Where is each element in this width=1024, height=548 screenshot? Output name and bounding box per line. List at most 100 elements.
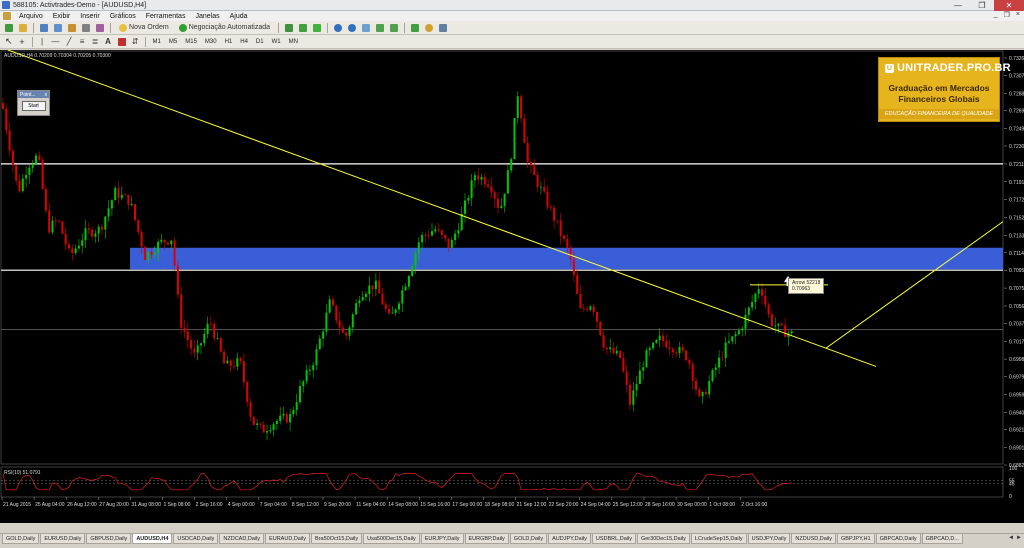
vertical-line-button[interactable]: | bbox=[37, 36, 48, 47]
chart-tab[interactable]: USDBRL,Daily bbox=[591, 534, 636, 544]
candle-body bbox=[107, 208, 110, 217]
bar-chart-button[interactable] bbox=[283, 22, 295, 33]
chart-shift-button[interactable] bbox=[388, 22, 400, 33]
candle-body bbox=[348, 327, 351, 336]
navigator-button[interactable] bbox=[66, 22, 78, 33]
candle-body bbox=[477, 175, 480, 180]
chart-tab[interactable]: Ger30Dec15,Daily bbox=[636, 534, 690, 544]
zoom-in-button[interactable] bbox=[332, 22, 344, 33]
timeframe-d1[interactable]: D1 bbox=[253, 37, 267, 47]
timeframe-m1[interactable]: M1 bbox=[150, 37, 164, 47]
chart-tab[interactable]: Usa500Dec15,Daily bbox=[363, 534, 420, 544]
chart-tab[interactable]: GBPJPY,H1 bbox=[837, 534, 875, 544]
mdi-minimize-button[interactable]: _ bbox=[994, 11, 998, 19]
chart-tab[interactable]: EURJPY,Daily bbox=[420, 534, 464, 544]
chart-tab[interactable]: LCrudeSep15,Daily bbox=[690, 534, 747, 544]
menu-exibir[interactable]: Exibir bbox=[48, 13, 76, 20]
text-tool-button[interactable]: A bbox=[103, 36, 114, 47]
menu-graficos[interactable]: Gráficos bbox=[105, 13, 141, 20]
timeframe-h4[interactable]: H4 bbox=[237, 37, 251, 47]
label-tool-button[interactable] bbox=[116, 36, 128, 47]
fibonacci-button[interactable]: ≣ bbox=[90, 36, 101, 47]
chart-tab[interactable]: GBPUSD,Daily bbox=[86, 534, 132, 544]
candle-body bbox=[322, 331, 325, 339]
chart-tab[interactable]: Bra50Oct15,Daily bbox=[311, 534, 363, 544]
menu-ferramentas[interactable]: Ferramentas bbox=[141, 13, 191, 20]
auto-trading-button[interactable]: Negociação Automatizada bbox=[175, 22, 274, 33]
periods-button[interactable] bbox=[423, 22, 435, 33]
candle-body bbox=[572, 259, 575, 276]
indicators-button[interactable] bbox=[409, 22, 421, 33]
candle-body bbox=[612, 347, 615, 354]
menu-ajuda[interactable]: Ajuda bbox=[225, 13, 253, 20]
candle-body bbox=[160, 239, 163, 242]
arrows-button[interactable]: ⇵ bbox=[130, 36, 141, 47]
tab-scroll-right-button[interactable]: ► bbox=[1016, 535, 1022, 541]
timeframe-m30[interactable]: M30 bbox=[202, 37, 220, 47]
timeframe-h1[interactable]: H1 bbox=[222, 37, 236, 47]
maximize-button[interactable]: ❐ bbox=[970, 0, 994, 11]
time-label: 8 Sep 12:00 bbox=[292, 502, 319, 508]
candle-body bbox=[625, 371, 628, 385]
time-label: 4 Sep 00:00 bbox=[228, 502, 255, 508]
chart-tab[interactable]: NZDUSD,Daily bbox=[791, 534, 837, 544]
ea-panel-close-button[interactable]: x bbox=[45, 92, 48, 98]
menu-arquivo[interactable]: Arquivo bbox=[14, 13, 48, 20]
candle-body bbox=[599, 321, 602, 336]
market-watch-button[interactable] bbox=[38, 22, 50, 33]
timeframe-w1[interactable]: W1 bbox=[269, 37, 284, 47]
crosshair-tool-button[interactable]: + bbox=[17, 36, 28, 47]
candle-body bbox=[325, 312, 328, 332]
menu-janelas[interactable]: Janelas bbox=[190, 13, 224, 20]
tab-scroll-left-button[interactable]: ◄ bbox=[1008, 535, 1014, 541]
chart-tab[interactable]: USDJPY,Daily bbox=[747, 534, 791, 544]
timeframe-mn[interactable]: MN bbox=[286, 37, 301, 47]
timeframe-m15[interactable]: M15 bbox=[182, 37, 200, 47]
menu-inserir[interactable]: Inserir bbox=[75, 13, 104, 20]
trendline-button[interactable]: ╱ bbox=[64, 36, 75, 47]
chart-tab[interactable]: GBPCAD,D... bbox=[921, 534, 963, 544]
chart-tab[interactable]: NZDCAD,Daily bbox=[219, 534, 265, 544]
templates-button[interactable] bbox=[437, 22, 449, 33]
close-button[interactable]: ✕ bbox=[994, 0, 1024, 11]
candle-body bbox=[493, 192, 496, 199]
chart-tab[interactable]: AUDJPY,Daily bbox=[548, 534, 591, 544]
chart-tab[interactable]: EURAUD,Daily bbox=[265, 534, 311, 544]
line-chart-button[interactable] bbox=[311, 22, 323, 33]
data-window-button[interactable] bbox=[52, 22, 64, 33]
ea-start-button[interactable]: Start bbox=[21, 101, 46, 111]
new-order-button[interactable]: Nova Ordem bbox=[115, 22, 173, 33]
channel-button[interactable]: ≡ bbox=[77, 36, 88, 47]
timeframe-m5[interactable]: M5 bbox=[166, 37, 180, 47]
chart-tab[interactable]: USDCAD,Daily bbox=[173, 534, 219, 544]
chart-tab[interactable]: EURUSD,Daily bbox=[40, 534, 86, 544]
toolbar-separator bbox=[144, 36, 146, 47]
chart-tab[interactable]: GOLD,Daily bbox=[2, 534, 40, 544]
chart-window-icon[interactable] bbox=[3, 12, 11, 20]
candle-body bbox=[589, 306, 592, 310]
chart-tab[interactable]: EURGBP,Daily bbox=[464, 534, 509, 544]
chart-tab[interactable]: AUDUSD,H4 bbox=[132, 534, 173, 544]
terminal-button[interactable] bbox=[80, 22, 92, 33]
candle-body bbox=[35, 155, 37, 164]
candle-body bbox=[308, 370, 311, 371]
chart-window[interactable]: 0.73265 0.73075 0.72880 0.72690 0.72495 0.723… bbox=[0, 50, 1024, 523]
cursor-tool-button[interactable]: ↖ bbox=[3, 36, 15, 47]
zoom-out-button[interactable] bbox=[346, 22, 358, 33]
tile-windows-button[interactable] bbox=[360, 22, 372, 33]
tester-button[interactable] bbox=[94, 22, 106, 33]
candlestick-button[interactable] bbox=[297, 22, 309, 33]
auto-scroll-button[interactable] bbox=[374, 22, 386, 33]
chart-tab[interactable]: GBPCAD,Daily bbox=[875, 534, 921, 544]
new-chart-button[interactable] bbox=[3, 22, 15, 33]
horizontal-line-button[interactable]: — bbox=[50, 36, 62, 47]
mdi-close-button[interactable]: × bbox=[1016, 11, 1020, 19]
chart-tab[interactable]: GOLD,Daily bbox=[509, 534, 548, 544]
profiles-button[interactable] bbox=[17, 22, 29, 33]
mdi-restore-button[interactable]: ❐ bbox=[1004, 11, 1010, 19]
candle-body bbox=[315, 349, 318, 366]
price-chart[interactable]: 0.73265 0.73075 0.72880 0.72690 0.72495 0.723… bbox=[0, 50, 1024, 523]
candle-body bbox=[5, 108, 8, 131]
candle-body bbox=[784, 325, 787, 337]
minimize-button[interactable]: — bbox=[946, 0, 970, 11]
